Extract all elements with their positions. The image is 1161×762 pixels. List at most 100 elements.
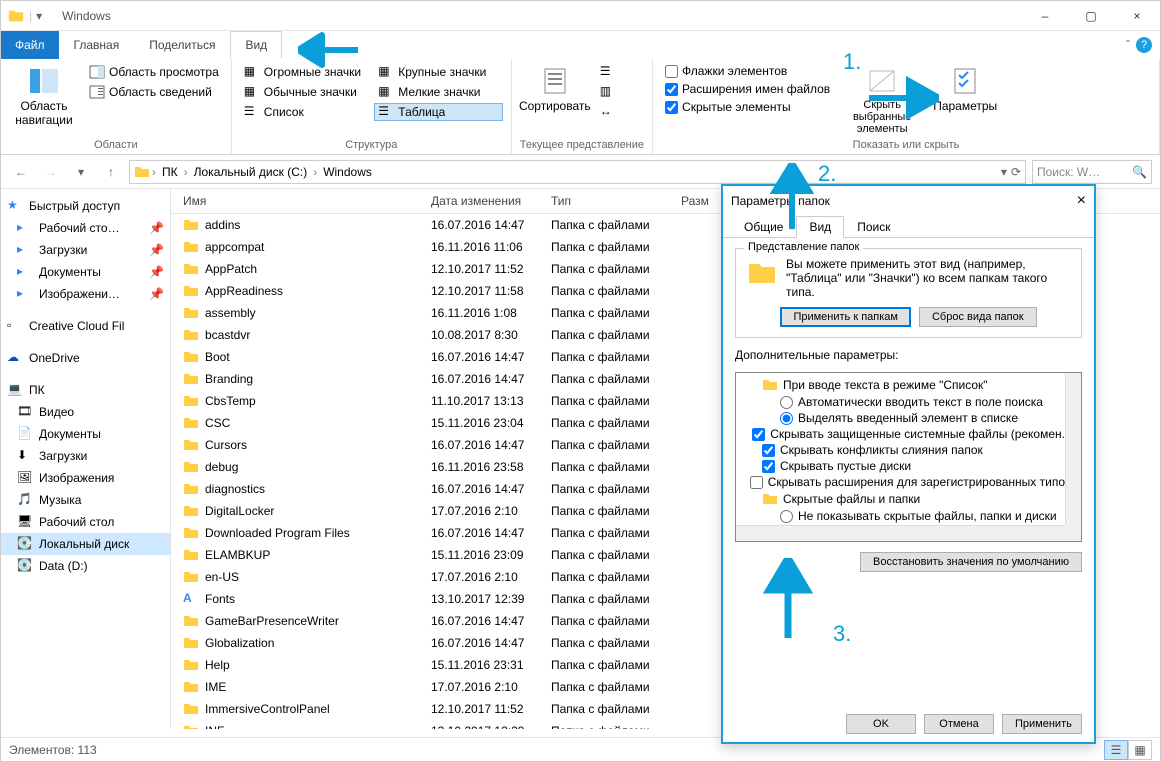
close-button[interactable]: × — [1114, 1, 1160, 31]
apply-to-folders-button[interactable]: Применить к папкам — [780, 307, 911, 327]
radio[interactable] — [780, 412, 793, 425]
options-button[interactable]: Параметры — [930, 63, 1000, 139]
advanced-item[interactable]: Скрывать расширения для зарегистрированн… — [739, 474, 1065, 490]
dialog-titlebar: Параметры папок × — [723, 186, 1094, 216]
hide-selected-button[interactable]: Скрыть выбранные элементы — [840, 63, 924, 139]
refresh-icon[interactable]: ⟳ — [1011, 165, 1021, 179]
advanced-item[interactable]: Скрывать конфликты слияния папок — [739, 442, 1065, 458]
advanced-item[interactable]: Скрытые файлы и папки — [739, 490, 1065, 508]
sort-button[interactable]: Сортировать — [520, 63, 590, 139]
sidebar-item[interactable]: ▸Загрузки📌 — [1, 239, 170, 261]
dialog-tab-search[interactable]: Поиск — [844, 216, 903, 238]
tab-share[interactable]: Поделиться — [134, 31, 230, 59]
sidebar-onedrive[interactable]: ☁ OneDrive — [1, 347, 170, 369]
column-name[interactable]: Имя — [171, 194, 431, 208]
sidebar-item[interactable]: ⬇Загрузки — [1, 445, 170, 467]
extensions-checkbox[interactable] — [665, 83, 678, 96]
layout-table[interactable]: ☰Таблица — [374, 103, 503, 121]
hidden-toggle[interactable]: Скрытые элементы — [661, 99, 834, 115]
back-button[interactable]: ← — [9, 160, 33, 184]
view-details-button[interactable]: ☰ — [1104, 740, 1128, 760]
nav-pane-button[interactable]: Область навигации — [9, 63, 79, 139]
reset-folders-button[interactable]: Сброс вида папок — [919, 307, 1037, 327]
breadcrumb[interactable]: › ПК › Локальный диск (C:) › Windows ▾ ⟳ — [129, 160, 1026, 184]
qat-dropdown-icon[interactable]: ▾ — [36, 9, 42, 23]
hidden-checkbox[interactable] — [665, 101, 678, 114]
advanced-item[interactable]: Не показывать скрытые файлы, папки и дис… — [739, 508, 1065, 524]
advanced-item[interactable]: Скрывать защищенные системные файлы (рек… — [739, 426, 1065, 442]
sidebar-item[interactable]: ▸Документы📌 — [1, 261, 170, 283]
maximize-button[interactable]: ▢ — [1068, 1, 1114, 31]
ok-button[interactable]: OK — [846, 714, 916, 734]
advanced-item[interactable]: Скрывать пустые диски — [739, 458, 1065, 474]
sidebar-ccf[interactable]: ▫ Creative Cloud Fil — [1, 315, 170, 337]
view-icons-button[interactable]: ▦ — [1128, 740, 1152, 760]
details-pane-button[interactable]: Область сведений — [85, 83, 223, 101]
dialog-tab-view[interactable]: Вид — [796, 216, 844, 238]
layout-large[interactable]: ▦Крупные значки — [374, 63, 503, 81]
sidebar-item[interactable]: 💽Data (D:) — [1, 555, 170, 577]
sidebar-pc[interactable]: 💻 ПК — [1, 379, 170, 401]
layout-small[interactable]: ▦Мелкие значки — [374, 83, 503, 101]
checkbox[interactable] — [762, 444, 775, 457]
advanced-item-label: Скрывать конфликты слияния папок — [780, 443, 983, 457]
checkboxes-checkbox[interactable] — [665, 65, 678, 78]
restore-defaults-button[interactable]: Восстановить значения по умолчанию — [860, 552, 1082, 572]
column-type[interactable]: Тип — [551, 194, 681, 208]
collapse-ribbon-icon[interactable]: ˆ — [1126, 38, 1130, 52]
dialog-close-button[interactable]: × — [1077, 192, 1086, 210]
checkboxes-toggle[interactable]: Флажки элементов — [661, 63, 834, 79]
chevron-right-icon[interactable]: › — [152, 165, 156, 179]
file-date: 16.11.2016 1:08 — [431, 306, 551, 320]
radio[interactable] — [780, 396, 793, 409]
sidebar-item[interactable]: 🎞Видео — [1, 401, 170, 423]
column-date[interactable]: Дата изменения — [431, 194, 551, 208]
breadcrumb-pc[interactable]: ПК — [158, 165, 182, 179]
sidebar-item[interactable]: ▸Изображени…📌 — [1, 283, 170, 305]
sidebar-item[interactable]: 💽Локальный диск — [1, 533, 170, 555]
advanced-item[interactable]: При вводе текста в режиме "Список" — [739, 376, 1065, 394]
scrollbar-horizontal[interactable] — [736, 525, 1065, 541]
up-button[interactable]: ↑ — [99, 160, 123, 184]
chevron-right-icon[interactable]: › — [184, 165, 188, 179]
sidebar-item[interactable]: 🎵Музыка — [1, 489, 170, 511]
minimize-button[interactable]: – — [1022, 1, 1068, 31]
checkbox[interactable] — [752, 428, 765, 441]
breadcrumb-folder[interactable]: Windows — [319, 165, 376, 179]
tab-view[interactable]: Вид — [230, 31, 282, 59]
folder-icon — [183, 679, 199, 695]
advanced-item[interactable]: Автоматически вводить текст в поле поиск… — [739, 394, 1065, 410]
sidebar-item[interactable]: 🖥Рабочий стол — [1, 511, 170, 533]
apply-button[interactable]: Применить — [1002, 714, 1082, 734]
layout-normal[interactable]: ▦Обычные значки — [240, 83, 369, 101]
search-input[interactable]: Поиск: W… 🔍 — [1032, 160, 1152, 184]
tab-home[interactable]: Главная — [59, 31, 135, 59]
recent-dropdown[interactable]: ▾ — [69, 160, 93, 184]
extensions-toggle[interactable]: Расширения имен файлов — [661, 81, 834, 97]
addcolumn-button[interactable]: ▥ — [596, 83, 620, 101]
advanced-item-label: Не показывать скрытые файлы, папки и дис… — [798, 509, 1057, 523]
help-icon[interactable]: ? — [1136, 37, 1152, 53]
checkbox[interactable] — [750, 476, 763, 489]
breadcrumb-disk[interactable]: Локальный диск (C:) — [190, 165, 312, 179]
advanced-settings-list[interactable]: При вводе текста в режиме "Список"Автома… — [735, 372, 1082, 542]
sidebar-item[interactable]: ▸Рабочий сто…📌 — [1, 217, 170, 239]
sidebar-item[interactable]: 📄Документы — [1, 423, 170, 445]
tab-file[interactable]: Файл — [1, 31, 59, 59]
advanced-item[interactable]: Выделять введенный элемент в списке — [739, 410, 1065, 426]
sidebar-item[interactable]: 🖼Изображения — [1, 467, 170, 489]
layout-list[interactable]: ☰Список — [240, 103, 369, 121]
groupby-button[interactable]: ☰ — [596, 63, 620, 81]
sidebar-quickaccess[interactable]: ★ Быстрый доступ — [1, 195, 170, 217]
chevron-right-icon[interactable]: › — [313, 165, 317, 179]
checkbox[interactable] — [762, 460, 775, 473]
layout-huge[interactable]: ▦Огромные значки — [240, 63, 369, 81]
dialog-tab-general[interactable]: Общие — [731, 216, 796, 238]
preview-pane-button[interactable]: Область просмотра — [85, 63, 223, 81]
breadcrumb-dropdown-icon[interactable]: ▾ — [1001, 165, 1007, 179]
cancel-button[interactable]: Отмена — [924, 714, 994, 734]
forward-button[interactable]: → — [39, 160, 63, 184]
radio[interactable] — [780, 510, 793, 523]
sizecolumns-button[interactable]: ↔ — [596, 103, 620, 121]
scrollbar-vertical[interactable] — [1065, 373, 1081, 525]
